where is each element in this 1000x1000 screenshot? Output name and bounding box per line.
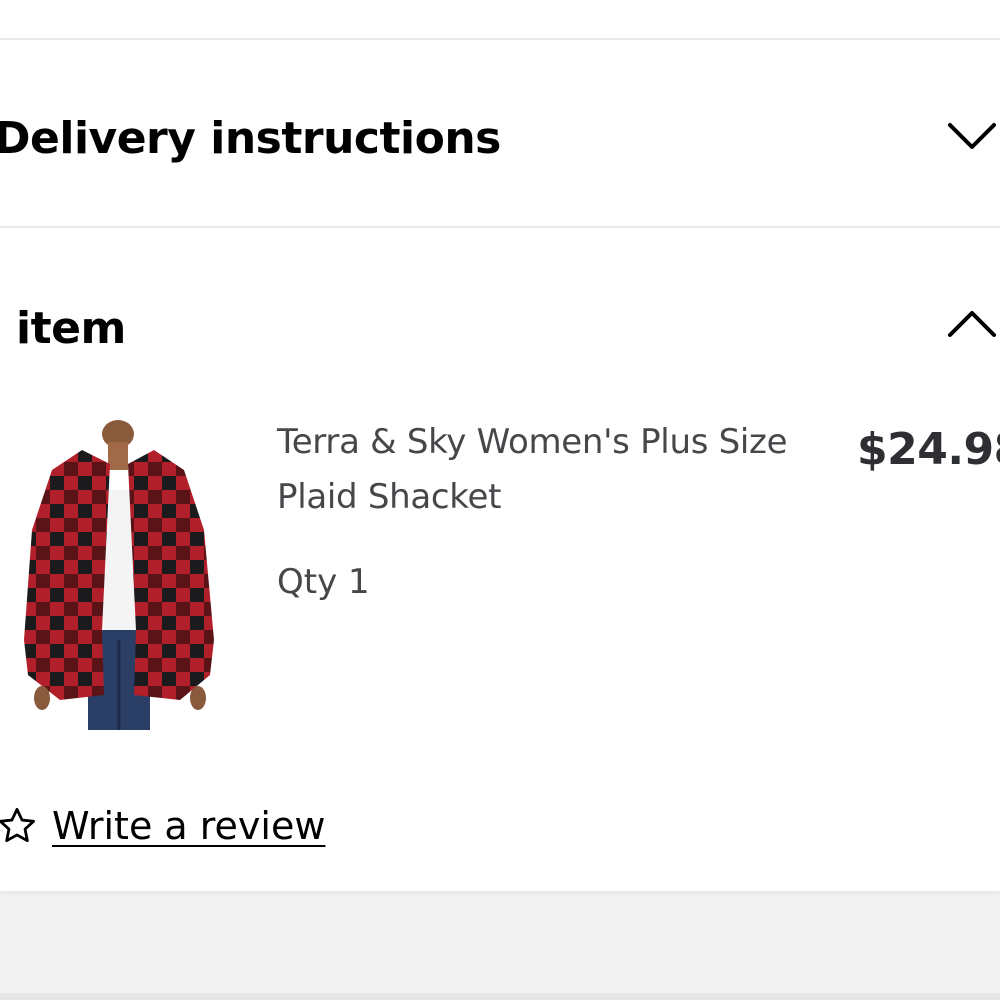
- items-section-header[interactable]: item: [0, 265, 1000, 385]
- order-details-card: Delivery instructions item Terra & Sky W…: [0, 40, 1000, 891]
- chevron-down-icon[interactable]: [944, 115, 1000, 155]
- top-spacer: [0, 0, 1000, 38]
- chevron-up-icon[interactable]: [944, 303, 1000, 343]
- write-review-label[interactable]: Write a review: [52, 804, 325, 848]
- plaid-shacket-product-image[interactable]: [22, 420, 214, 730]
- star-outline-icon: [0, 807, 36, 843]
- delivery-instructions-title: Delivery instructions: [0, 113, 501, 164]
- bottom-divider: [0, 993, 1000, 1000]
- delivery-instructions-header[interactable]: Delivery instructions: [0, 75, 1000, 195]
- write-review-link[interactable]: Write a review: [0, 798, 325, 854]
- section-divider: [0, 226, 1000, 228]
- product-quantity: Qty 1: [277, 562, 370, 602]
- product-title[interactable]: Terra & Sky Women's Plus Size Plaid Shac…: [277, 415, 817, 525]
- items-count-title: item: [16, 303, 126, 354]
- product-price: $24.98: [857, 424, 1000, 475]
